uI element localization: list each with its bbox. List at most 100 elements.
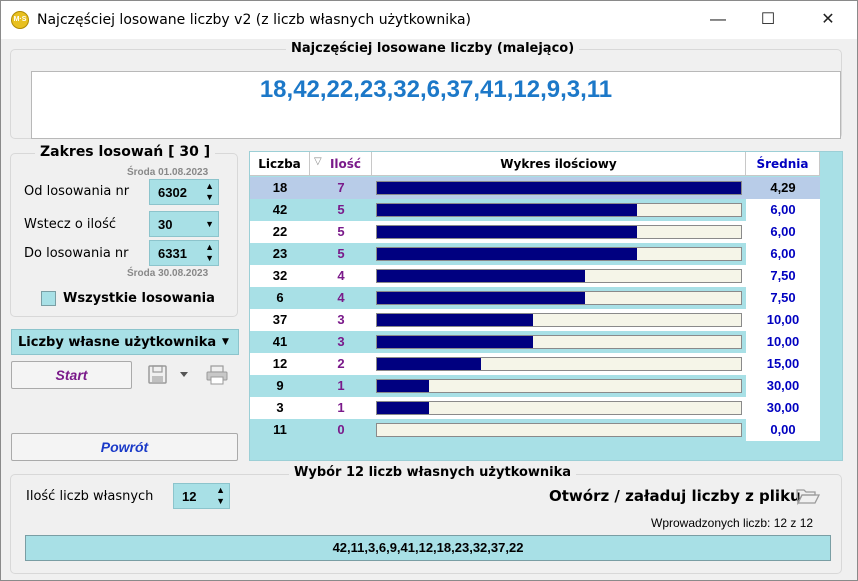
save-icon[interactable] — [148, 365, 168, 385]
cell-count: 5 — [337, 202, 345, 217]
cell-number: 37 — [272, 312, 288, 327]
cell-count: 3 — [337, 312, 345, 327]
start-button[interactable]: Start — [11, 361, 132, 389]
back-button[interactable]: Powrót — [11, 433, 238, 461]
count-bar-track — [376, 379, 742, 393]
count-bar — [377, 182, 741, 194]
table-row[interactable]: 18 7 4,29 — [250, 177, 820, 199]
table-row[interactable]: 42 5 6,00 — [250, 199, 820, 221]
spin-updown-icon[interactable]: ▲ ▼ — [216, 485, 225, 507]
cell-number: 11 — [273, 422, 287, 437]
header-number[interactable]: Liczba — [250, 152, 310, 176]
cell-number: 42 — [272, 202, 288, 217]
table-row[interactable]: 12 2 15,00 — [250, 353, 820, 375]
spin-updown-icon[interactable]: ▲ ▼ — [205, 181, 214, 203]
cell-number: 23 — [272, 246, 288, 261]
app-logo-icon: M·S — [11, 11, 29, 29]
window-title: Najczęściej losowane liczby v2 (z liczb … — [37, 12, 471, 28]
table-row[interactable]: 32 4 7,50 — [250, 265, 820, 287]
table-row[interactable]: 6 4 7,50 — [250, 287, 820, 309]
table-row[interactable]: 23 5 6,00 — [250, 243, 820, 265]
table-row[interactable]: 37 3 10,00 — [250, 309, 820, 331]
cell-average: 10,00 — [746, 309, 820, 331]
cell-count: 1 — [337, 400, 345, 415]
to-label: Do losowania nr — [24, 246, 129, 261]
to-value: 6331 — [158, 246, 187, 261]
header-count-label: Ilość — [329, 157, 362, 171]
all-draws-label: Wszystkie losowania — [63, 291, 215, 306]
entered-count-label: Wprowadzonych liczb: 12 z 12 — [651, 516, 814, 530]
back-value: 30 — [158, 217, 173, 232]
count-bar-track — [376, 423, 742, 437]
printer-icon[interactable] — [206, 365, 228, 385]
top-group-title: Najczęściej losowane liczby (malejąco) — [286, 41, 580, 56]
header-count[interactable]: ▽ Ilość — [310, 152, 372, 176]
table-row[interactable]: 9 1 30,00 — [250, 375, 820, 397]
top-numbers-box: 18,42,22,23,32,6,37,41,12,9,3,11 — [31, 71, 841, 139]
to-spinner[interactable]: 6331 ▲ ▼ — [149, 240, 219, 266]
cell-number: 12 — [272, 356, 288, 371]
maximize-button[interactable]: ☐ — [745, 1, 791, 39]
count-bar — [377, 270, 585, 282]
cell-count: 3 — [337, 334, 345, 349]
table-header: Liczba ▽ Ilość Wykres ilościowy Średnia — [250, 152, 820, 176]
count-value: 12 — [182, 489, 197, 504]
cell-average: 15,00 — [746, 353, 820, 375]
top-numbers-group: Najczęściej losowane liczby (malejąco) 1… — [10, 41, 842, 139]
table-row[interactable]: 22 5 6,00 — [250, 221, 820, 243]
cell-count: 7 — [337, 180, 345, 195]
cell-count: 0 — [337, 422, 345, 437]
user-numbers-input[interactable]: 42,11,3,6,9,41,12,18,23,32,37,22 — [25, 535, 831, 561]
dropdown-arrow-icon[interactable] — [179, 371, 189, 379]
cell-average: 6,00 — [746, 221, 820, 243]
cell-average: 6,00 — [746, 243, 820, 265]
minimize-button[interactable]: — — [695, 1, 741, 39]
source-select[interactable]: Liczby własne użytkownika ▼ — [11, 329, 239, 355]
count-bar — [377, 314, 533, 326]
open-file-label[interactable]: Otwórz / załaduj liczby z pliku — [549, 487, 801, 505]
cell-average: 4,29 — [746, 177, 820, 199]
count-bar — [377, 336, 533, 348]
source-select-value: Liczby własne użytkownika — [18, 335, 217, 350]
close-button[interactable]: ✕ — [805, 1, 851, 39]
cell-average: 10,00 — [746, 331, 820, 353]
count-bar-track — [376, 357, 742, 371]
cell-number: 22 — [272, 224, 288, 239]
cell-count: 1 — [337, 378, 345, 393]
count-bar-track — [376, 313, 742, 327]
cell-number: 32 — [272, 268, 288, 283]
chevron-down-icon[interactable]: ▼ — [205, 219, 214, 230]
header-average[interactable]: Średnia — [746, 152, 820, 176]
cell-average: 6,00 — [746, 199, 820, 221]
count-bar — [377, 402, 429, 414]
all-draws-checkbox[interactable] — [41, 291, 56, 306]
count-bar-track — [376, 181, 742, 195]
cell-average: 30,00 — [746, 397, 820, 419]
header-chart[interactable]: Wykres ilościowy — [372, 152, 746, 176]
cell-number: 6 — [276, 290, 284, 305]
spin-updown-icon[interactable]: ▲ ▼ — [205, 242, 214, 264]
count-bar-track — [376, 335, 742, 349]
table-row[interactable]: 3 1 30,00 — [250, 397, 820, 419]
cell-average: 0,00 — [746, 419, 820, 441]
results-table: Liczba ▽ Ilość Wykres ilościowy Średnia … — [249, 151, 843, 461]
chevron-down-icon[interactable]: ▼ — [222, 337, 229, 347]
count-bar-track — [376, 291, 742, 305]
table-row[interactable]: 41 3 10,00 — [250, 331, 820, 353]
cell-count: 4 — [337, 290, 345, 305]
count-label: Ilość liczb własnych — [26, 489, 154, 504]
cell-count: 5 — [337, 224, 345, 239]
cell-count: 4 — [337, 268, 345, 283]
cell-average: 7,50 — [746, 287, 820, 309]
from-spinner[interactable]: 6302 ▲ ▼ — [149, 179, 219, 205]
table-row[interactable]: 11 0 0,00 — [250, 419, 820, 441]
from-label: Od losowania nr — [24, 184, 130, 199]
from-date: Środa 01.08.2023 — [127, 167, 209, 178]
count-bar — [377, 248, 637, 260]
count-spinner[interactable]: 12 ▲ ▼ — [173, 483, 230, 509]
folder-open-icon[interactable] — [796, 487, 820, 505]
count-bar-track — [376, 247, 742, 261]
back-combo[interactable]: 30 ▼ — [149, 211, 219, 237]
count-bar — [377, 358, 481, 370]
cell-number: 41 — [272, 334, 288, 349]
